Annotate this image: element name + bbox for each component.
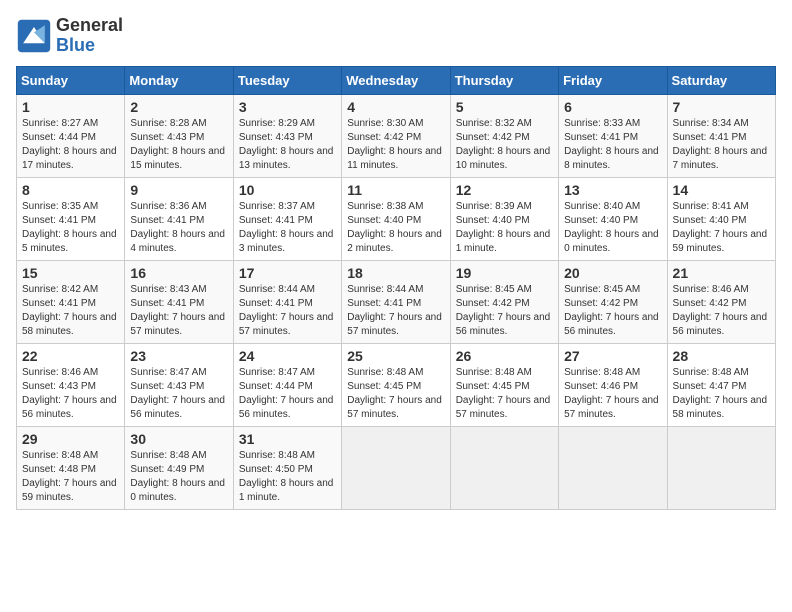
day-cell-15: 15Sunrise: 8:42 AMSunset: 4:41 PMDayligh… <box>17 260 125 343</box>
day-cell-23: 23Sunrise: 8:47 AMSunset: 4:43 PMDayligh… <box>125 343 233 426</box>
day-cell-20: 20Sunrise: 8:45 AMSunset: 4:42 PMDayligh… <box>559 260 667 343</box>
empty-cell <box>667 426 775 509</box>
empty-cell <box>559 426 667 509</box>
day-cell-16: 16Sunrise: 8:43 AMSunset: 4:41 PMDayligh… <box>125 260 233 343</box>
col-tuesday: Tuesday <box>233 66 341 94</box>
day-cell-27: 27Sunrise: 8:48 AMSunset: 4:46 PMDayligh… <box>559 343 667 426</box>
day-cell-9: 9Sunrise: 8:36 AMSunset: 4:41 PMDaylight… <box>125 177 233 260</box>
col-friday: Friday <box>559 66 667 94</box>
col-sunday: Sunday <box>17 66 125 94</box>
week-row-5: 29Sunrise: 8:48 AMSunset: 4:48 PMDayligh… <box>17 426 776 509</box>
day-cell-26: 26Sunrise: 8:48 AMSunset: 4:45 PMDayligh… <box>450 343 558 426</box>
day-cell-14: 14Sunrise: 8:41 AMSunset: 4:40 PMDayligh… <box>667 177 775 260</box>
day-cell-8: 8Sunrise: 8:35 AMSunset: 4:41 PMDaylight… <box>17 177 125 260</box>
day-cell-30: 30Sunrise: 8:48 AMSunset: 4:49 PMDayligh… <box>125 426 233 509</box>
day-cell-7: 7Sunrise: 8:34 AMSunset: 4:41 PMDaylight… <box>667 94 775 177</box>
day-cell-2: 2Sunrise: 8:28 AMSunset: 4:43 PMDaylight… <box>125 94 233 177</box>
day-cell-28: 28Sunrise: 8:48 AMSunset: 4:47 PMDayligh… <box>667 343 775 426</box>
week-row-1: 1Sunrise: 8:27 AMSunset: 4:44 PMDaylight… <box>17 94 776 177</box>
calendar-header-row: Sunday Monday Tuesday Wednesday Thursday… <box>17 66 776 94</box>
logo: General Blue <box>16 16 123 56</box>
day-cell-4: 4Sunrise: 8:30 AMSunset: 4:42 PMDaylight… <box>342 94 450 177</box>
day-cell-31: 31Sunrise: 8:48 AMSunset: 4:50 PMDayligh… <box>233 426 341 509</box>
col-thursday: Thursday <box>450 66 558 94</box>
empty-cell <box>342 426 450 509</box>
day-cell-25: 25Sunrise: 8:48 AMSunset: 4:45 PMDayligh… <box>342 343 450 426</box>
day-cell-1: 1Sunrise: 8:27 AMSunset: 4:44 PMDaylight… <box>17 94 125 177</box>
day-cell-3: 3Sunrise: 8:29 AMSunset: 4:43 PMDaylight… <box>233 94 341 177</box>
day-cell-12: 12Sunrise: 8:39 AMSunset: 4:40 PMDayligh… <box>450 177 558 260</box>
week-row-4: 22Sunrise: 8:46 AMSunset: 4:43 PMDayligh… <box>17 343 776 426</box>
day-cell-13: 13Sunrise: 8:40 AMSunset: 4:40 PMDayligh… <box>559 177 667 260</box>
week-row-2: 8Sunrise: 8:35 AMSunset: 4:41 PMDaylight… <box>17 177 776 260</box>
logo-text: General Blue <box>56 16 123 56</box>
page-header: General Blue <box>16 16 776 56</box>
day-cell-19: 19Sunrise: 8:45 AMSunset: 4:42 PMDayligh… <box>450 260 558 343</box>
day-cell-5: 5Sunrise: 8:32 AMSunset: 4:42 PMDaylight… <box>450 94 558 177</box>
day-cell-18: 18Sunrise: 8:44 AMSunset: 4:41 PMDayligh… <box>342 260 450 343</box>
calendar-table: Sunday Monday Tuesday Wednesday Thursday… <box>16 66 776 510</box>
logo-icon <box>16 18 52 54</box>
day-cell-10: 10Sunrise: 8:37 AMSunset: 4:41 PMDayligh… <box>233 177 341 260</box>
day-cell-29: 29Sunrise: 8:48 AMSunset: 4:48 PMDayligh… <box>17 426 125 509</box>
col-monday: Monday <box>125 66 233 94</box>
col-wednesday: Wednesday <box>342 66 450 94</box>
col-saturday: Saturday <box>667 66 775 94</box>
day-cell-6: 6Sunrise: 8:33 AMSunset: 4:41 PMDaylight… <box>559 94 667 177</box>
day-cell-24: 24Sunrise: 8:47 AMSunset: 4:44 PMDayligh… <box>233 343 341 426</box>
day-cell-22: 22Sunrise: 8:46 AMSunset: 4:43 PMDayligh… <box>17 343 125 426</box>
empty-cell <box>450 426 558 509</box>
day-cell-11: 11Sunrise: 8:38 AMSunset: 4:40 PMDayligh… <box>342 177 450 260</box>
day-cell-21: 21Sunrise: 8:46 AMSunset: 4:42 PMDayligh… <box>667 260 775 343</box>
week-row-3: 15Sunrise: 8:42 AMSunset: 4:41 PMDayligh… <box>17 260 776 343</box>
day-cell-17: 17Sunrise: 8:44 AMSunset: 4:41 PMDayligh… <box>233 260 341 343</box>
